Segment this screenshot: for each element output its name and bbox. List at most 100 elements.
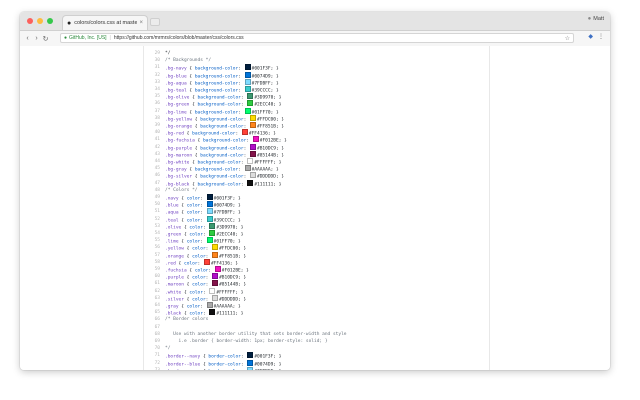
forward-icon[interactable]: › [32,35,41,42]
code-text: */ [165,50,170,57]
color-swatch [206,208,213,215]
line-number: 37 [154,108,160,114]
code-comment: /* Border colors [165,317,209,323]
line-number: 49 [154,195,160,200]
line-number: 65 [154,310,160,316]
back-icon[interactable]: ‹ [23,35,32,42]
code-comment: /* Backgrounds */ [165,58,212,64]
color-swatch [212,251,219,258]
css-value: #7FDBFF [254,369,273,370]
line-number: 64 [154,303,160,308]
color-swatch [209,309,216,316]
color-swatch [244,64,251,71]
line-number: 40 [154,130,160,136]
color-swatch [206,302,213,308]
code-line: 62 .white { color: #FFFFFF; } [144,287,489,295]
window-controls [27,18,53,24]
code-line: 46 .bg-silver { background-color: #DDDDDD… [144,172,489,180]
code-line: 54 .green { color: #2ECC40; } [144,230,489,238]
line-number: 68 [154,331,160,337]
lock-icon: ● [64,35,68,41]
menu-icon[interactable]: ⋮ [598,33,604,40]
line-number: 60 [154,274,160,280]
color-swatch [209,287,216,294]
line-number: 72 [154,360,160,366]
extension-icon[interactable]: ◆ [588,33,593,40]
code-line: 67 [144,324,489,331]
code-text: .border--aqua { border-color: #7FDBFF; } [165,366,281,370]
code-text: i.e .border { border-width: 1px; border-… [165,338,328,345]
new-tab-button[interactable] [150,18,160,26]
line-number: 73 [150,367,160,370]
code-plain: */ [165,51,171,56]
line-number: 57 [154,252,160,258]
color-swatch [206,215,213,222]
line-number: 38 [154,115,160,121]
line-number: 58 [154,259,160,265]
color-swatch [206,194,213,200]
line-number: 31 [154,65,160,71]
line-number: 35 [154,94,160,100]
minimize-window-button[interactable] [37,18,43,24]
color-swatch [212,294,219,301]
line-number: 71 [154,353,160,359]
code-line: 49 .navy { color: #001F3F; } [144,194,489,202]
code-line: 66 /* Border colors [144,316,489,323]
code-line: 68 Use with another border utility that … [144,331,489,338]
secure-label: GitHub, Inc. [US] [69,35,107,41]
maximize-window-button[interactable] [47,18,53,24]
profile-button[interactable]: ● Matt [588,16,604,22]
url-bar[interactable]: ● GitHub, Inc. [US] | https://github.com… [60,33,574,43]
line-number: 36 [154,101,160,107]
code-line: 40 .bg-red { background-color: #FF4136; } [144,129,489,137]
color-swatch [212,273,219,280]
color-swatch [244,107,251,114]
code-line: 60 .purple { color: #B10DC9; } [144,273,489,281]
code-line: 73 .border--aqua { border-color: #7FDBFF;… [144,366,489,370]
color-swatch [247,366,254,370]
color-swatch [247,179,254,186]
browser-tab[interactable]: ● colors/colors.css at master × [62,15,148,30]
address-bar: ‹ › ↻ ● GitHub, Inc. [US] | https://gith… [20,31,610,47]
line-number: 61 [154,281,160,287]
code-line: 30 /* Backgrounds */ [144,57,489,64]
color-swatch [250,143,257,150]
line-number: 39 [154,123,160,128]
code-line: 42 .bg-purple { background-color: #B10DC9… [144,143,489,151]
code-line: 38 .bg-yellow { background-color: #FFDC00… [144,114,489,122]
code-line: 41 .bg-fuchsia { background-color: #F012B… [144,136,489,144]
line-number: 42 [154,144,160,150]
toolbar-icons: ◆ ⋮ [588,33,604,40]
close-tab-icon[interactable]: × [139,20,143,26]
color-swatch [214,266,221,272]
line-number: 67 [154,324,160,330]
line-number: 66 [154,317,160,323]
code-line: 72 .border--blue { border-color: #0074D9;… [144,359,489,367]
reload-icon[interactable]: ↻ [41,35,50,43]
line-number: 41 [154,137,160,143]
code-comment: */ [165,346,171,352]
line-number: 34 [154,87,160,92]
line-number: 55 [154,238,160,244]
code-line: 61 .maroon { color: #85144B; } [144,280,489,288]
color-swatch [247,359,254,366]
code-line: 37 .bg-lime { background-color: #01FF70; … [144,107,489,115]
color-swatch [247,352,254,359]
color-swatch [212,280,219,287]
url-text: https://github.com/mrmrs/colors/blob/mas… [113,35,244,41]
color-swatch [244,71,251,78]
line-number: 62 [154,288,160,294]
star-icon[interactable]: ☆ [565,35,570,42]
github-icon: ● [67,19,72,27]
code-line: 50 .blue { color: #0074D9; } [144,201,489,209]
code-line: 65 .black { color: #111111; } [144,309,489,317]
browser-window: ● colors/colors.css at master × ● Matt ‹… [20,12,610,370]
close-window-button[interactable] [27,18,33,24]
line-number: 51 [154,209,160,215]
line-number: 54 [154,231,160,236]
color-swatch [250,114,257,121]
code-line: 44 .bg-white { background-color: #FFFFFF;… [144,158,489,166]
page-content: 29 */ 30 /* Backgrounds */31 .bg-navy { back… [20,46,610,370]
code-line: 36 .bg-green { background-color: #2ECC40;… [144,100,489,108]
color-swatch [247,158,254,164]
